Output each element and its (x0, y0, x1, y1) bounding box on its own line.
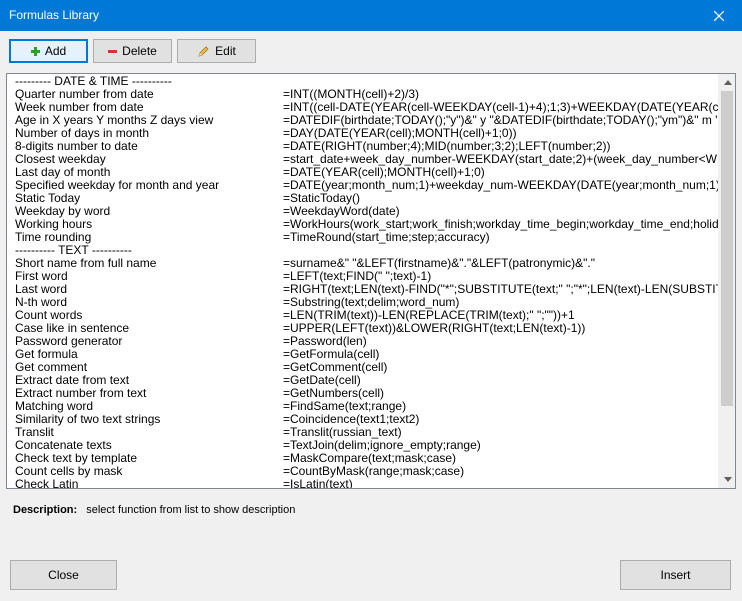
delete-button-label: Delete (122, 44, 157, 58)
description-area: Description: select function from list t… (13, 504, 295, 516)
close-icon (714, 10, 724, 21)
scroll-up-icon (723, 80, 732, 85)
formula-name: Check Latin (15, 477, 79, 489)
scroll-down-arrow[interactable] (719, 471, 735, 488)
formulas-list-content: --------- DATE & TIME ---------- Quarter … (7, 74, 718, 489)
description-label: Description: (13, 504, 78, 516)
list-item[interactable]: Check Latin =IsLatin(text) (7, 477, 718, 489)
delete-button[interactable]: Delete (93, 39, 172, 63)
pencil-icon (198, 45, 209, 57)
list-item[interactable]: Specified weekday for month and year =DAT… (7, 179, 718, 192)
vertical-scrollbar[interactable] (718, 74, 735, 488)
list-item[interactable]: Count cells by mask =CountByMask(range;ma… (7, 465, 718, 478)
window-close-button[interactable] (696, 0, 742, 31)
formula-expression: =IsLatin(text) (283, 477, 353, 489)
formulas-list[interactable]: --------- DATE & TIME ---------- Quarter … (6, 73, 736, 489)
add-button-label: Add (44, 44, 67, 58)
add-button[interactable]: Add (9, 39, 88, 63)
minus-icon (108, 49, 118, 53)
scroll-down-icon (723, 477, 732, 482)
insert-button[interactable]: Insert (620, 560, 731, 590)
scroll-up-arrow[interactable] (719, 74, 735, 91)
edit-button-label: Edit (215, 44, 236, 58)
close-button[interactable]: Close (10, 560, 117, 590)
title-bar: Formulas Library (0, 0, 742, 31)
formula-expression: =TimeRound(start_time;step;accuracy) (283, 230, 490, 244)
plus-icon (30, 46, 40, 56)
scroll-thumb[interactable] (721, 91, 733, 406)
description-text: select function from list to show descri… (86, 504, 296, 516)
edit-button[interactable]: Edit (177, 39, 256, 63)
window-title: Formulas Library (9, 8, 100, 22)
